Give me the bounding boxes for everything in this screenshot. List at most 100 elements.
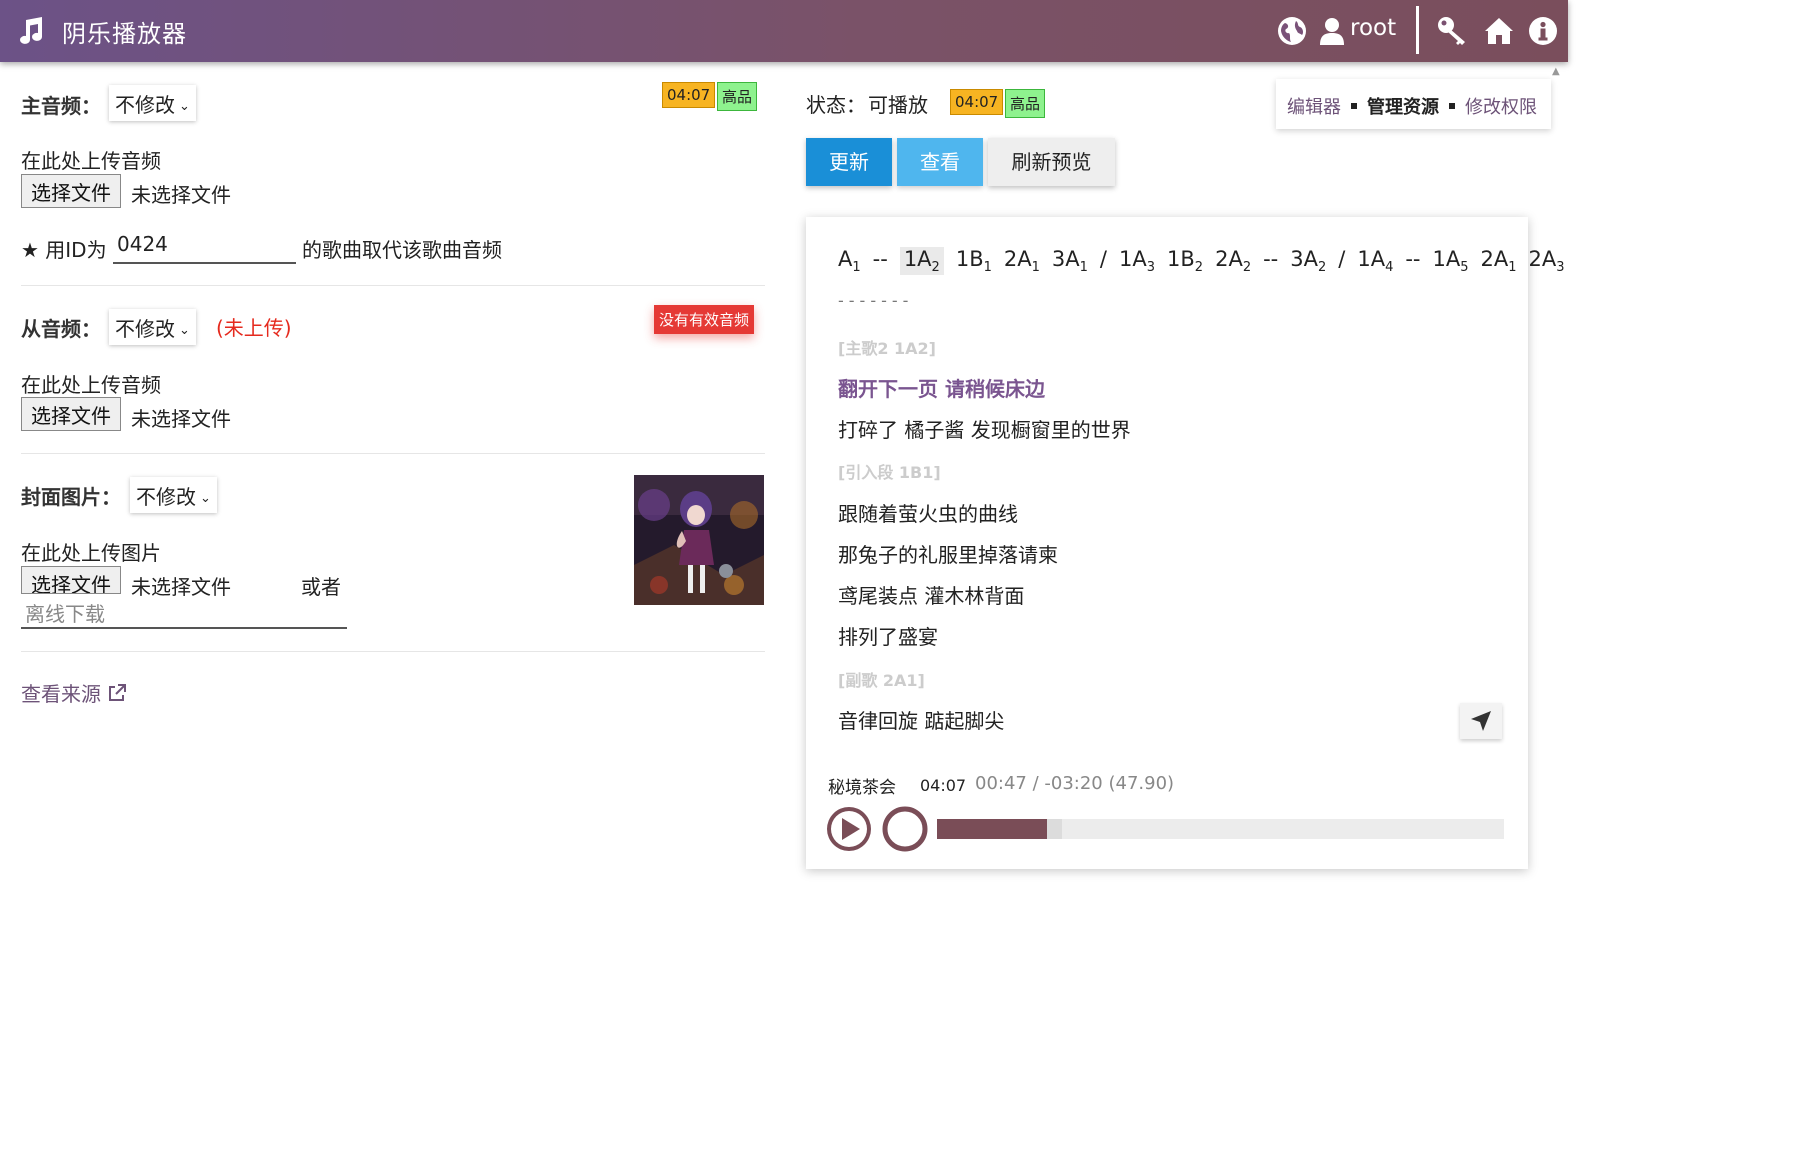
lyric-line[interactable]: 打碎了 橘子酱 发现橱窗里的世界 bbox=[838, 414, 1131, 443]
progress-bar[interactable] bbox=[937, 819, 1504, 839]
cover-select-value: 不修改 bbox=[136, 485, 196, 509]
sequence-token[interactable]: / bbox=[1100, 247, 1107, 271]
tab-editor[interactable]: 编辑器 bbox=[1287, 97, 1341, 118]
tab-separator-dot bbox=[1449, 103, 1455, 109]
sequence-token[interactable]: 1A3 bbox=[1119, 247, 1155, 275]
view-source-label: 查看来源 bbox=[21, 682, 101, 706]
sequence-token[interactable]: -- bbox=[873, 247, 888, 271]
section-divider bbox=[21, 453, 765, 454]
lyric-line[interactable]: 跟随着萤火虫的曲线 bbox=[838, 498, 1018, 527]
sequence-token-subscript: 3 bbox=[1146, 260, 1156, 276]
tab-manage-resources[interactable]: 管理资源 bbox=[1367, 97, 1439, 118]
sequence-token[interactable]: 3A1 bbox=[1052, 247, 1088, 275]
status-value: 可播放 bbox=[868, 93, 928, 117]
secondary-audio-file-status: 未选择文件 bbox=[131, 407, 231, 431]
music-note-icon bbox=[20, 17, 42, 44]
main-audio-select-value: 不修改 bbox=[115, 93, 175, 117]
main-audio-label: 主音频： bbox=[21, 94, 101, 118]
sequence-token[interactable]: -- bbox=[1263, 247, 1278, 271]
app-title[interactable]: 阴乐播放器 bbox=[62, 14, 187, 49]
key-icon[interactable] bbox=[1437, 16, 1467, 46]
sequence-token-subscript: 2 bbox=[1242, 260, 1252, 276]
sequence-token-subscript: 1 bbox=[1031, 260, 1040, 276]
player-position-text: 00:47 / -03:20 (47.90) bbox=[975, 773, 1175, 794]
cover-file-status: 未选择文件 bbox=[131, 575, 231, 599]
secondary-audio-select[interactable]: 不修改 ⌄ bbox=[109, 309, 196, 345]
home-icon[interactable] bbox=[1484, 16, 1514, 46]
refresh-preview-button[interactable]: 刷新预览 bbox=[988, 138, 1115, 186]
sequence-token-subscript: 2 bbox=[931, 260, 940, 276]
globe-icon[interactable] bbox=[1277, 16, 1307, 46]
navigation-arrow-icon bbox=[1471, 711, 1491, 731]
not-uploaded-text: (未上传) bbox=[216, 316, 292, 340]
player-song-length: 04:07 bbox=[920, 776, 967, 795]
sequence-token[interactable]: 1A5 bbox=[1433, 247, 1469, 275]
replace-id-suffix: 的歌曲取代该歌曲音频 bbox=[302, 238, 502, 262]
sequence-token[interactable]: 1A4 bbox=[1357, 247, 1393, 275]
sequence-token[interactable]: 2A2 bbox=[1215, 247, 1251, 275]
sequence-token[interactable]: -- bbox=[1405, 247, 1420, 271]
navbar-divider bbox=[1416, 6, 1419, 54]
sequence-token[interactable]: 1B2 bbox=[1167, 247, 1203, 275]
section-divider bbox=[21, 285, 765, 286]
right-tab-bar: 编辑器 管理资源 修改权限 bbox=[1276, 79, 1551, 129]
play-button-icon[interactable] bbox=[826, 806, 872, 852]
secondary-audio-label: 从音频： bbox=[21, 317, 101, 341]
main-audio-upload-prompt: 在此处上传音频 bbox=[21, 149, 161, 173]
sequence-token-subscript: 4 bbox=[1385, 260, 1394, 276]
sequence-token-subscript: 1 bbox=[1508, 260, 1517, 276]
scrollbar-up-arrow[interactable]: ▲ bbox=[1552, 66, 1560, 77]
lyric-section-label: [副歌 2A1] bbox=[838, 671, 925, 690]
cover-upload-prompt: 在此处上传图片 bbox=[21, 541, 161, 565]
sequence-token[interactable]: 2A1 bbox=[1481, 247, 1517, 275]
lyric-section-label: [主歌2 1A2] bbox=[838, 339, 936, 358]
external-link-icon bbox=[109, 684, 127, 701]
replace-id-prefix: ★ 用ID为 bbox=[21, 238, 107, 262]
lyric-line[interactable]: 音律回旋 踮起脚尖 bbox=[838, 705, 1004, 734]
locate-button[interactable] bbox=[1460, 703, 1502, 739]
sequence-token[interactable]: 1B1 bbox=[956, 247, 992, 275]
main-audio-select[interactable]: 不修改 ⌄ bbox=[109, 85, 196, 121]
chevron-down-icon: ⌄ bbox=[179, 99, 190, 114]
sequence-token[interactable]: A1 bbox=[838, 247, 861, 275]
secondary-audio-file-button[interactable]: 选择文件 bbox=[21, 397, 121, 431]
lyric-line-current[interactable]: 翻开下一页 请稍候床边 bbox=[838, 373, 1045, 402]
lyric-line[interactable]: 鸢尾装点 灌木林背面 bbox=[838, 580, 1024, 609]
user-name[interactable]: root bbox=[1350, 15, 1396, 41]
lyric-line[interactable]: 那兔子的礼服里掉落请柬 bbox=[838, 539, 1058, 568]
lyric-section-label: [引入段 1B1] bbox=[838, 463, 941, 482]
update-button[interactable]: 更新 bbox=[806, 138, 892, 186]
tab-modify-permissions[interactable]: 修改权限 bbox=[1465, 97, 1537, 118]
sequence-token-subscript: 1 bbox=[852, 260, 861, 276]
stop-button-icon[interactable] bbox=[882, 806, 928, 852]
view-button[interactable]: 查看 bbox=[897, 138, 983, 186]
info-icon[interactable] bbox=[1528, 16, 1558, 46]
main-audio-file-status: 未选择文件 bbox=[131, 183, 231, 207]
user-icon[interactable] bbox=[1319, 16, 1345, 46]
chevron-down-icon: ⌄ bbox=[179, 323, 190, 338]
sequence-token[interactable]: 1A2 bbox=[899, 247, 944, 276]
secondary-audio-select-value: 不修改 bbox=[115, 317, 175, 341]
top-navbar: 阴乐播放器 root bbox=[0, 0, 1568, 62]
main-audio-file-button[interactable]: 选择文件 bbox=[21, 174, 121, 208]
main-audio-quality-badge: 高品 bbox=[717, 82, 758, 111]
progress-bar-fill bbox=[937, 819, 1047, 839]
tab-separator-dot bbox=[1351, 103, 1357, 109]
sequence-token-subscript: 1 bbox=[983, 260, 992, 276]
sequence-token-subscript: 1 bbox=[1079, 260, 1088, 276]
replace-id-input[interactable]: 0424 bbox=[113, 232, 296, 264]
sequence-token-subscript: 2 bbox=[1317, 260, 1327, 276]
cover-select[interactable]: 不修改 ⌄ bbox=[130, 477, 217, 513]
or-text: 或者 bbox=[301, 575, 341, 599]
cover-file-button[interactable]: 选择文件 bbox=[21, 566, 121, 594]
sequence-token[interactable]: 2A3 bbox=[1529, 247, 1565, 275]
sequence-token-subscript: 3 bbox=[1556, 260, 1565, 276]
view-source-link[interactable]: 查看来源 bbox=[21, 678, 127, 707]
sequence-token[interactable]: 2A1 bbox=[1004, 247, 1040, 275]
lyric-line[interactable]: 排列了盛宴 bbox=[838, 621, 938, 650]
cover-image-thumbnail[interactable] bbox=[634, 475, 764, 605]
sequence-token[interactable]: / bbox=[1338, 247, 1345, 271]
sequence-token[interactable]: 3A2 bbox=[1290, 247, 1326, 275]
offline-download-input[interactable]: 离线下载 bbox=[21, 598, 347, 629]
sequence-token-subscript: 5 bbox=[1460, 260, 1469, 276]
